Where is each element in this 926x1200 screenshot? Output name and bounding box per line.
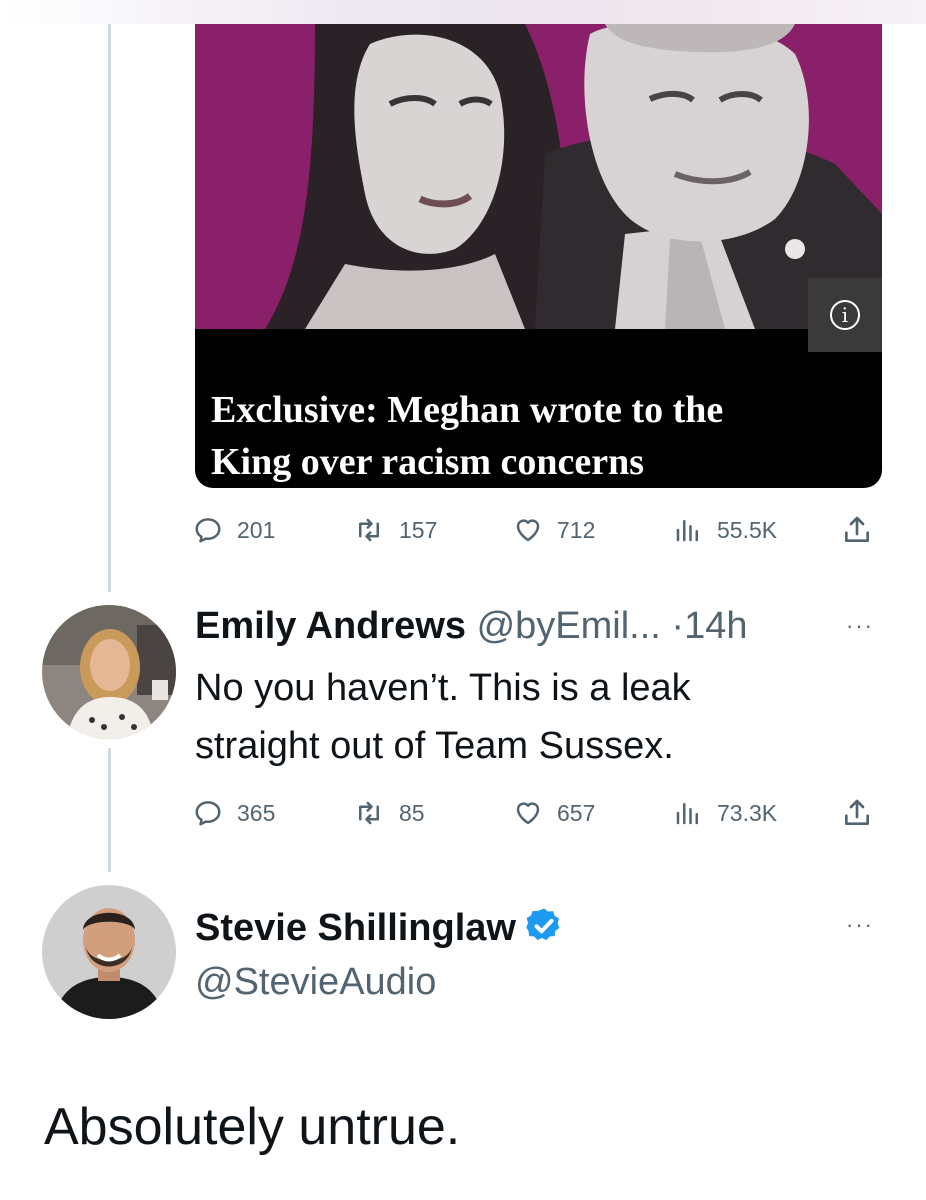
retweet-icon (359, 518, 379, 542)
more-icon[interactable]: ··· (846, 613, 874, 639)
link-preview-card[interactable]: i Exclusive: Meghan wrote to the King ov… (195, 24, 882, 488)
card-headline-line: Exclusive: Meghan wrote to the (211, 389, 724, 431)
avatar[interactable] (42, 885, 176, 1019)
author-name-line: Stevie Shillinglaw (195, 905, 564, 951)
avatar-photo (42, 605, 176, 739)
reply-icon (195, 518, 221, 543)
retweet-count: 85 (399, 799, 425, 826)
reply-action-bar: 365 85 657 73.3K (193, 793, 893, 833)
info-button[interactable]: i (808, 278, 882, 352)
retweet-count: 157 (399, 516, 438, 543)
info-icon: i (830, 300, 860, 330)
card-image: i (195, 24, 882, 352)
reply-icon (195, 801, 221, 826)
thread-connector-line (108, 748, 111, 872)
thread-connector-line (108, 24, 111, 592)
reply-button[interactable]: 365 (193, 793, 275, 833)
share-button[interactable] (841, 793, 873, 833)
verified-badge-icon (526, 908, 560, 941)
reply-text-line: No you haven’t. This is a leak (195, 667, 691, 709)
views-icon (676, 520, 698, 542)
like-button[interactable]: 657 (513, 793, 595, 833)
card-headline: Exclusive: Meghan wrote to the King over… (211, 384, 861, 488)
views-count: 73.3K (717, 799, 778, 826)
retweet-button[interactable]: 85 (353, 793, 425, 833)
more-icon[interactable]: ··· (846, 912, 874, 938)
tweet-thread: i Exclusive: Meghan wrote to the King ov… (0, 0, 926, 1200)
like-count: 657 (557, 799, 596, 826)
card-headline-line: King over racism concerns (211, 441, 645, 483)
views-button[interactable]: 73.3K (673, 793, 777, 833)
reply-text-line: straight out of Team Sussex. (195, 725, 674, 767)
reply-count: 365 (237, 799, 276, 826)
author-handle[interactable]: @StevieAudio (195, 961, 436, 1003)
author-name[interactable]: Stevie Shillinglaw (195, 907, 516, 949)
top-gradient-strip (0, 0, 926, 24)
author-handle[interactable]: @byEmil... (477, 605, 661, 647)
separator-dot: · (671, 605, 685, 647)
card-photo-illustration (195, 24, 882, 329)
reply-count: 201 (237, 516, 276, 543)
tweet-text: Absolutely untrue. (44, 1098, 461, 1156)
like-button[interactable]: 712 (513, 510, 595, 550)
timestamp[interactable]: 14h (684, 605, 747, 647)
reply-header: Emily Andrews @byEmil... ·14h (195, 603, 747, 649)
reply-button[interactable]: 201 (193, 510, 275, 550)
like-icon (516, 519, 540, 542)
like-icon (516, 802, 540, 825)
views-button[interactable]: 55.5K (673, 510, 777, 550)
like-count: 712 (557, 516, 596, 543)
retweet-icon (359, 801, 379, 825)
author-name[interactable]: Emily Andrews (195, 605, 466, 647)
views-count: 55.5K (717, 516, 778, 543)
views-icon (676, 803, 698, 825)
avatar-photo (42, 885, 176, 1019)
retweet-button[interactable]: 157 (353, 510, 437, 550)
share-icon (845, 516, 869, 542)
author-handle-line: @StevieAudio (195, 959, 436, 1005)
share-icon (845, 799, 869, 825)
reply-text: No you haven’t. This is a leak straight … (195, 659, 691, 775)
share-button[interactable] (841, 510, 873, 550)
avatar[interactable] (42, 605, 176, 739)
tweet-action-bar: 201 157 712 55.5K (193, 510, 893, 550)
